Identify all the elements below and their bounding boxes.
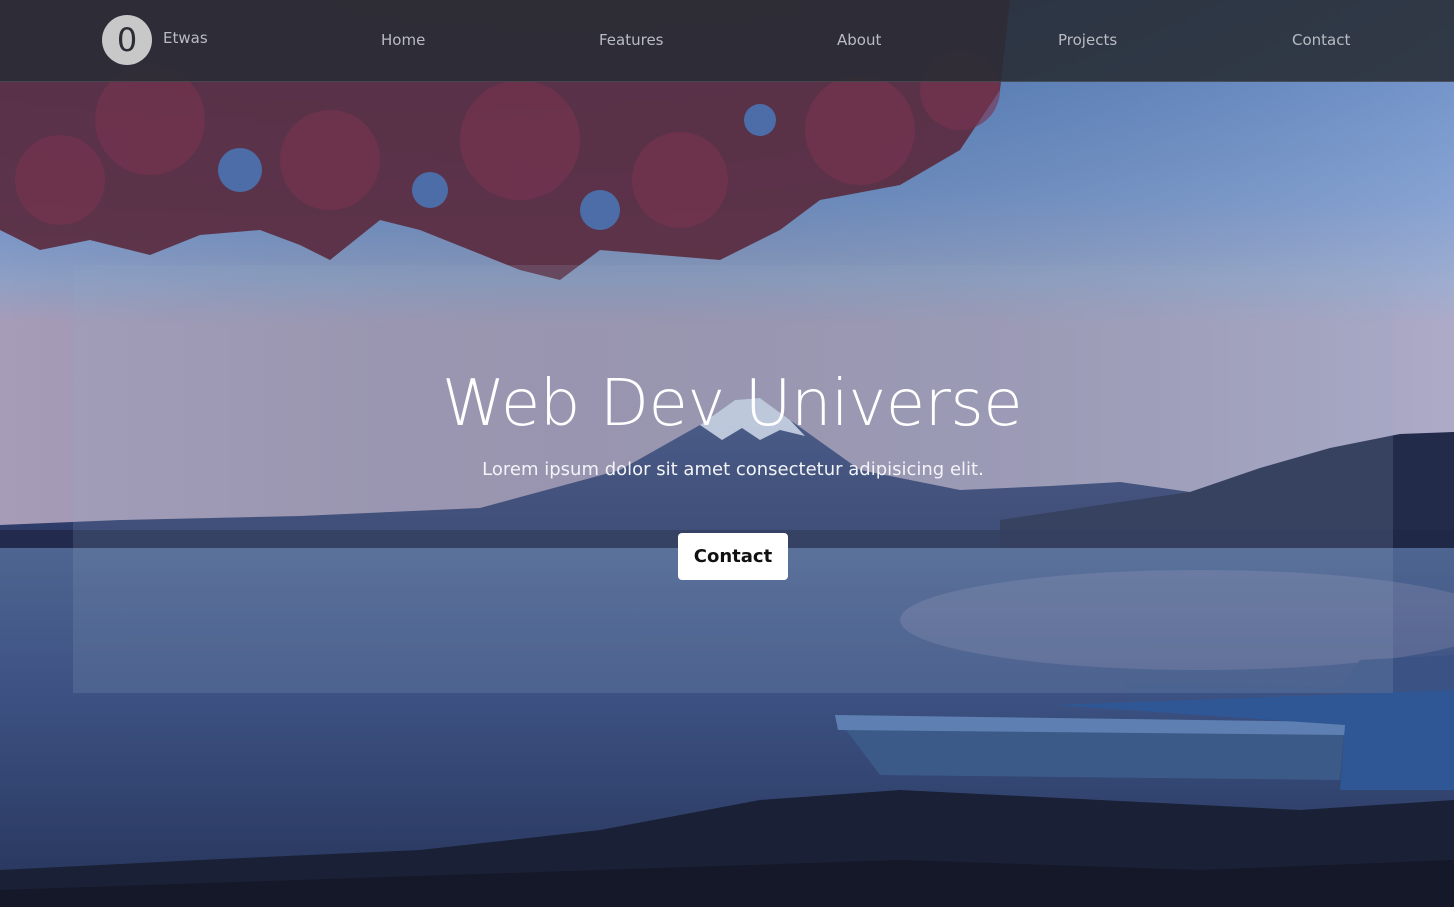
logo-icon[interactable]: 0 (102, 15, 152, 65)
hero-title: Web Dev Universe (441, 367, 1023, 441)
brand-name[interactable]: Etwas (163, 29, 208, 47)
top-navbar: 0 Etwas Home Features About Projects Con… (0, 0, 1454, 82)
nav-link-contact[interactable]: Contact (1292, 31, 1350, 49)
page: 0 Etwas Home Features About Projects Con… (0, 0, 1454, 907)
nav-link-projects[interactable]: Projects (1058, 31, 1117, 49)
nav-link-features[interactable]: Features (599, 31, 664, 49)
nav-link-about[interactable]: About (837, 31, 881, 49)
hero-subtitle: Lorem ipsum dolor sit amet consectetur a… (482, 459, 984, 480)
contact-button[interactable]: Contact (678, 533, 788, 580)
nav-link-home[interactable]: Home (381, 31, 425, 49)
